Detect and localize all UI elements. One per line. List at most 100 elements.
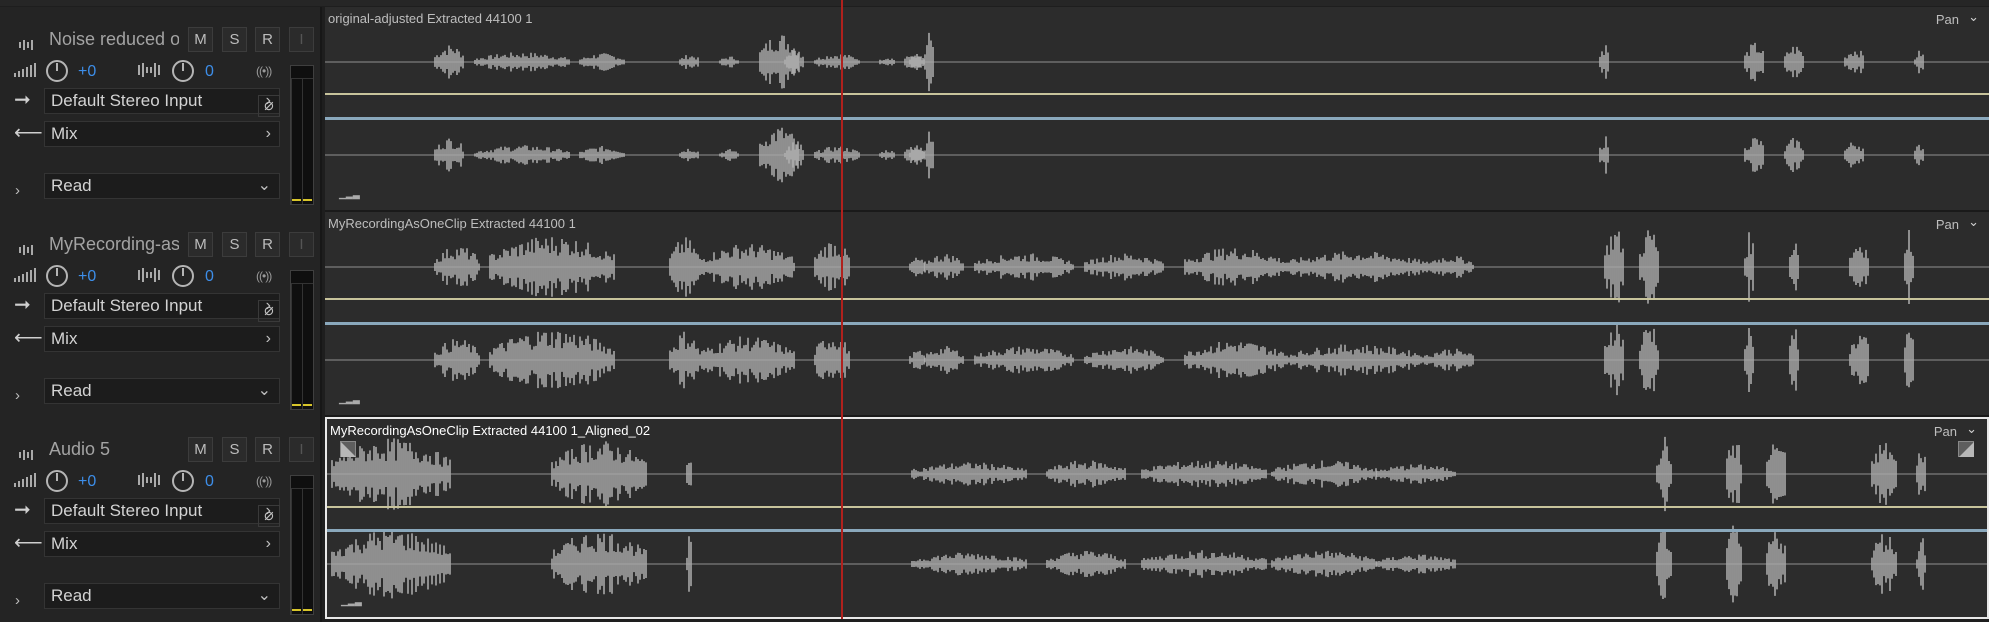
- record-arm-button[interactable]: R: [255, 437, 280, 462]
- record-arm-button[interactable]: R: [255, 27, 280, 52]
- pan-knob[interactable]: [172, 265, 194, 287]
- pan-icon: [138, 63, 160, 77]
- pan-envelope-label[interactable]: Pan: [1936, 12, 1959, 27]
- chevron-down-icon: ⌄: [257, 587, 271, 604]
- mute-button[interactable]: M: [188, 27, 213, 52]
- audio-clip[interactable]: original-adjusted Extracted 44100 1 Pan …: [325, 7, 1989, 212]
- volume-value[interactable]: +0: [78, 268, 96, 286]
- mute-button[interactable]: M: [188, 232, 213, 257]
- chevron-down-icon[interactable]: ⌄: [1968, 9, 1979, 25]
- volume-envelope[interactable]: [325, 93, 1989, 95]
- chevron-down-icon: ⌄: [257, 177, 271, 194]
- fade-in-handle-icon[interactable]: [340, 441, 356, 457]
- input-label: Default Stereo Input: [51, 91, 203, 110]
- level-meter: [290, 65, 314, 205]
- input-arrow-icon: ➞: [14, 89, 31, 111]
- input-select[interactable]: Default Stereo Input ›: [44, 88, 280, 114]
- volume-knob[interactable]: [46, 265, 68, 287]
- waveform: [327, 436, 1987, 603]
- pan-knob[interactable]: [172, 60, 194, 82]
- pan-value[interactable]: 0: [205, 268, 214, 286]
- pan-envelope[interactable]: [325, 322, 1989, 325]
- waveform: [325, 230, 1989, 396]
- volume-envelope[interactable]: [327, 506, 1987, 508]
- automation-mode-select[interactable]: Read ⌄: [44, 583, 280, 609]
- audio-clip-selected[interactable]: MyRecordingAsOneClip Extracted 44100 1_A…: [325, 417, 1989, 619]
- stereo-icon[interactable]: ((•)): [256, 269, 272, 283]
- monitor-input-button[interactable]: I: [289, 27, 314, 52]
- volume-icon: [14, 268, 36, 282]
- volume-knob[interactable]: [46, 60, 68, 82]
- pan-envelope[interactable]: [325, 117, 1989, 120]
- expand-chevron-icon[interactable]: ›: [15, 182, 20, 199]
- monitor-input-button[interactable]: I: [289, 232, 314, 257]
- stereo-icon[interactable]: ((•)): [256, 474, 272, 488]
- pan-value[interactable]: 0: [205, 473, 214, 491]
- input-arrow-icon: ➞: [14, 294, 31, 316]
- stereo-icon[interactable]: ((•)): [256, 64, 272, 78]
- automation-mode-select[interactable]: Read ⌄: [44, 378, 280, 404]
- output-select[interactable]: Mix ›: [44, 531, 280, 557]
- chevron-down-icon[interactable]: ⌄: [1968, 214, 1979, 230]
- track-header: Audio 5 M S R I +0 0 ((•)) ➞ Default Ste…: [0, 417, 322, 622]
- record-arm-button[interactable]: R: [255, 232, 280, 257]
- input-arrow-icon: ➞: [14, 499, 31, 521]
- clip-gain-icon[interactable]: ▁▂▃: [339, 189, 360, 200]
- track-header: Noise reduced ori M S R I +0 0 ((•)) ➞ D…: [0, 7, 322, 212]
- pan-envelope-label[interactable]: Pan: [1934, 424, 1957, 439]
- input-select[interactable]: Default Stereo Input ›: [44, 293, 280, 319]
- mute-button[interactable]: M: [188, 437, 213, 462]
- chevron-right-icon: ›: [265, 125, 271, 142]
- automation-mode-select[interactable]: Read ⌄: [44, 173, 280, 199]
- input-select[interactable]: Default Stereo Input ›: [44, 498, 280, 524]
- output-arrow-icon: ⟵: [14, 122, 43, 144]
- pan-envelope[interactable]: [327, 529, 1987, 532]
- clip-name: original-adjusted Extracted 44100 1: [328, 11, 533, 26]
- track-name[interactable]: Noise reduced ori: [49, 29, 179, 50]
- solo-button[interactable]: S: [222, 27, 247, 52]
- monitor-input-button[interactable]: I: [289, 437, 314, 462]
- solo-button[interactable]: S: [222, 437, 247, 462]
- volume-value[interactable]: +0: [78, 473, 96, 491]
- timeline-strip: [0, 0, 1989, 6]
- output-arrow-icon: ⟵: [14, 532, 43, 554]
- pan-icon: [138, 473, 160, 487]
- track-header: MyRecording-as- M S R I +0 0 ((•)) ➞ Def…: [0, 212, 322, 417]
- input-label: Default Stereo Input: [51, 296, 203, 315]
- fade-out-handle-icon[interactable]: [1958, 441, 1974, 457]
- expand-chevron-icon[interactable]: ›: [15, 387, 20, 404]
- waveform: [325, 32, 1989, 183]
- solo-button[interactable]: S: [222, 232, 247, 257]
- pan-value[interactable]: 0: [205, 63, 214, 81]
- volume-value[interactable]: +0: [78, 63, 96, 81]
- phase-invert-icon[interactable]: ⌀: [258, 300, 280, 322]
- automation-label: Read: [51, 586, 92, 605]
- track-name[interactable]: MyRecording-as-: [49, 234, 179, 255]
- expand-chevron-icon[interactable]: ›: [15, 592, 20, 609]
- clip-gain-icon[interactable]: ▁▂▃: [341, 596, 362, 607]
- phase-invert-icon[interactable]: ⌀: [258, 95, 280, 117]
- drag-grip-icon[interactable]: [19, 241, 41, 255]
- phase-invert-icon[interactable]: ⌀: [258, 505, 280, 527]
- chevron-right-icon: ›: [265, 330, 271, 347]
- track-name[interactable]: Audio 5: [49, 439, 179, 460]
- chevron-down-icon: ⌄: [257, 382, 271, 399]
- chevron-down-icon[interactable]: ⌄: [1966, 421, 1977, 437]
- pan-knob[interactable]: [172, 470, 194, 492]
- volume-envelope[interactable]: [325, 298, 1989, 300]
- drag-grip-icon[interactable]: [19, 36, 41, 50]
- clip-name: MyRecordingAsOneClip Extracted 44100 1_A…: [330, 423, 651, 438]
- volume-knob[interactable]: [46, 470, 68, 492]
- pan-envelope-label[interactable]: Pan: [1936, 217, 1959, 232]
- audio-clip[interactable]: MyRecordingAsOneClip Extracted 44100 1 P…: [325, 212, 1989, 417]
- output-select[interactable]: Mix ›: [44, 326, 280, 352]
- level-meter: [290, 270, 314, 410]
- playhead[interactable]: [841, 0, 843, 619]
- drag-grip-icon[interactable]: [19, 446, 41, 460]
- output-arrow-icon: ⟵: [14, 327, 43, 349]
- output-select[interactable]: Mix ›: [44, 121, 280, 147]
- clip-gain-icon[interactable]: ▁▂▃: [339, 394, 360, 405]
- clip-name: MyRecordingAsOneClip Extracted 44100 1: [328, 216, 576, 231]
- volume-icon: [14, 63, 36, 77]
- output-label: Mix: [51, 534, 78, 553]
